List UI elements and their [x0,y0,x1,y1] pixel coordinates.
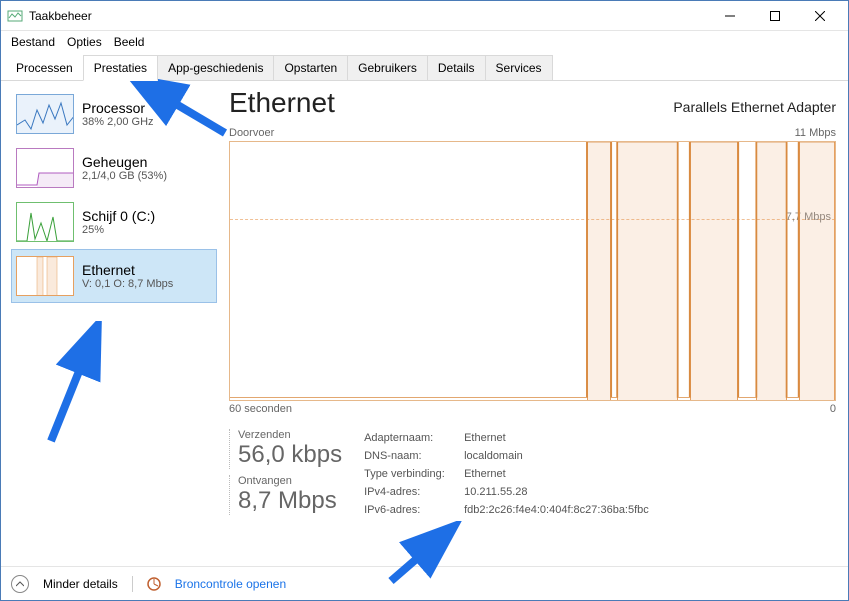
page-title: Ethernet [229,87,335,119]
tab-prestaties[interactable]: Prestaties [83,55,158,81]
cpu-thumb [16,94,74,134]
tab-appgeschiedenis[interactable]: App-geschiedenis [157,55,274,81]
k-dns: DNS-naam: [364,447,464,465]
collapse-icon[interactable] [11,575,29,593]
recv-label: Ontvangen [238,475,342,487]
v-type: Ethernet [464,465,506,483]
minimize-button[interactable] [707,1,752,30]
content: Processor 38% 2,00 GHz Geheugen 2,1/4,0 … [1,81,848,565]
eth-sub: V: 0,1 O: 8,7 Mbps [82,278,173,290]
eth-thumb [16,256,74,296]
mem-sub: 2,1/4,0 GB (53%) [82,170,167,182]
k-type: Type verbinding: [364,465,464,483]
disk-sub: 25% [82,224,155,236]
v-dns: localdomain [464,447,523,465]
disk-thumb [16,202,74,242]
tab-details[interactable]: Details [427,55,486,81]
v-ipv6: fdb2:2c26:f4e4:0:404f:8c27:36ba:5fbc [464,501,649,519]
mem-thumb [16,148,74,188]
k-ipv6: IPv6-adres: [364,501,464,519]
v-adapter: Ethernet [464,429,506,447]
footer: Minder details Broncontrole openen [1,566,848,600]
sidebar-item-disk[interactable]: Schijf 0 (C:) 25% [11,195,217,249]
chart-top-left-label: Doorvoer [229,127,274,139]
window-title: Taakbeheer [29,9,707,23]
adapter-name: Parallels Ethernet Adapter [673,99,836,115]
maximize-button[interactable] [752,1,797,30]
resmon-icon [147,577,161,591]
titlebar: Taakbeheer [1,1,848,31]
taskmanager-icon [7,8,23,24]
eth-title: Ethernet [82,262,173,278]
cpu-sub: 38% 2,00 GHz [82,116,154,128]
menubar: Bestand Opties Beeld [1,31,848,53]
sidebar: Processor 38% 2,00 GHz Geheugen 2,1/4,0 … [1,81,217,565]
tab-opstarten[interactable]: Opstarten [273,55,348,81]
k-ipv4: IPv4-adres: [364,483,464,501]
sidebar-item-ethernet[interactable]: Ethernet V: 0,1 O: 8,7 Mbps [11,249,217,303]
footer-separator [132,576,133,592]
tab-gebruikers[interactable]: Gebruikers [347,55,428,81]
broncontrole-link[interactable]: Broncontrole openen [175,577,286,591]
menu-view[interactable]: Beeld [110,33,149,51]
send-label: Verzenden [238,429,342,441]
chart-bottom-left-label: 60 seconden [229,403,292,415]
recv-value: 8,7 Mbps [238,487,342,515]
throughput-chart: 7,7 Mbps [229,141,836,401]
sidebar-item-cpu[interactable]: Processor 38% 2,00 GHz [11,87,217,141]
sidebar-item-mem[interactable]: Geheugen 2,1/4,0 GB (53%) [11,141,217,195]
main-panel: Ethernet Parallels Ethernet Adapter Door… [217,81,848,565]
chart-top-right-label: 11 Mbps [795,127,836,139]
send-value: 56,0 kbps [238,441,342,469]
less-details-link[interactable]: Minder details [43,577,118,591]
k-adapter: Adapternaam: [364,429,464,447]
tab-processen[interactable]: Processen [5,55,84,81]
details-table: Adapternaam:Ethernet DNS-naam:localdomai… [364,429,649,519]
close-button[interactable] [797,1,842,30]
cpu-title: Processor [82,100,154,116]
disk-title: Schijf 0 (C:) [82,208,155,224]
tab-strip: Processen Prestaties App-geschiedenis Op… [1,53,848,81]
menu-file[interactable]: Bestand [7,33,59,51]
mem-title: Geheugen [82,154,167,170]
tab-services[interactable]: Services [485,55,553,81]
chart-bottom-right-label: 0 [830,403,836,415]
menu-options[interactable]: Opties [63,33,106,51]
v-ipv4: 10.211.55.28 [464,483,527,501]
